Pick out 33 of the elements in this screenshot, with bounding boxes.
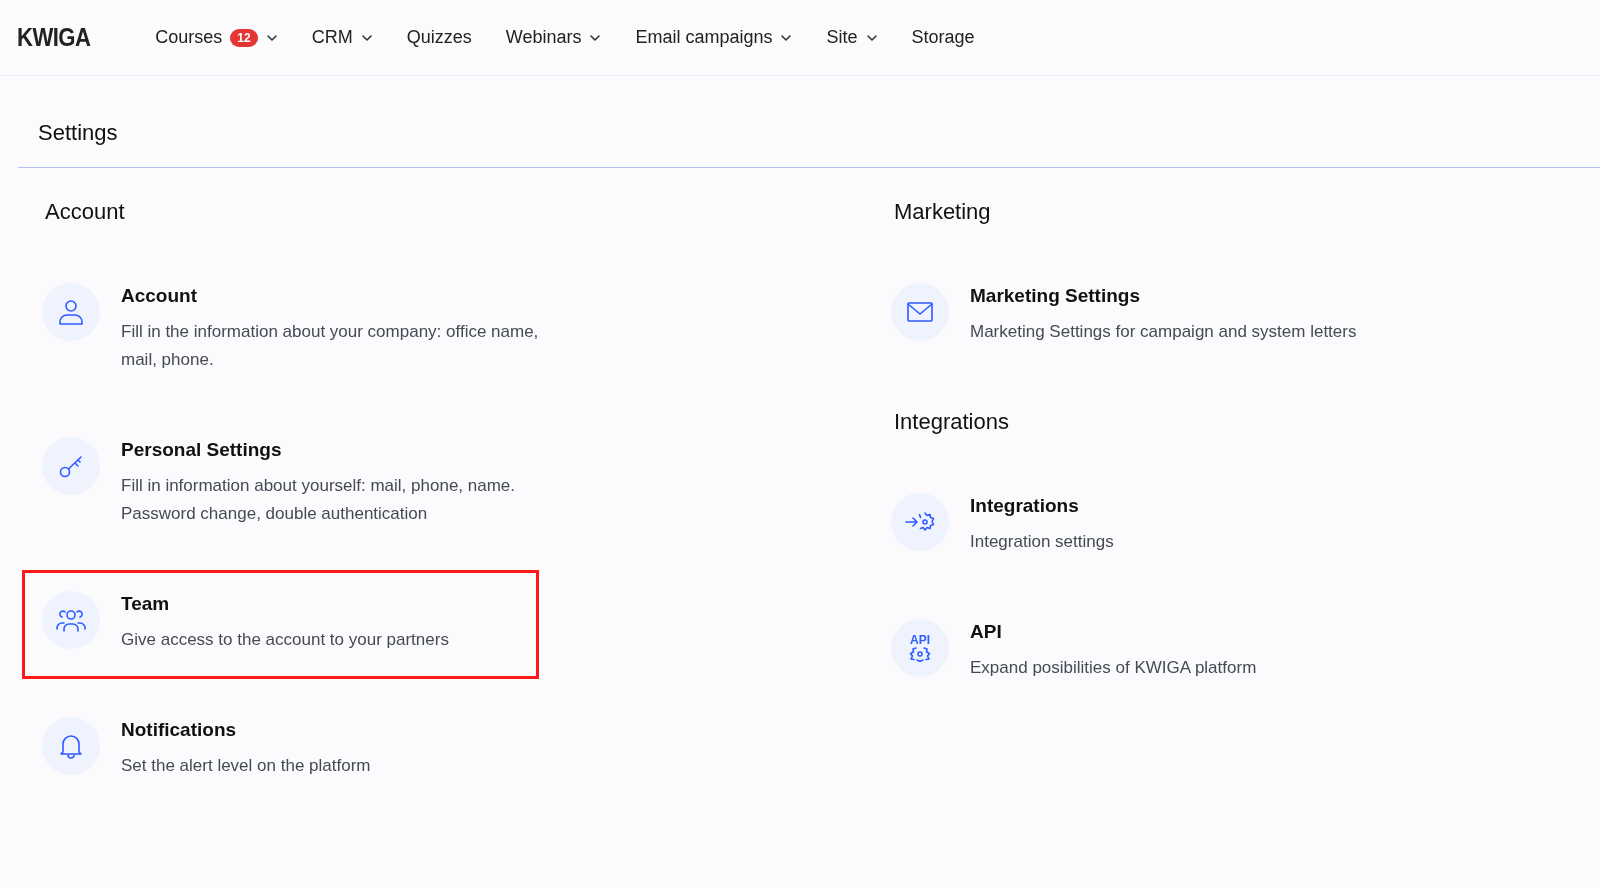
settings-description: Integration settings (970, 531, 1115, 553)
people-icon (55, 607, 87, 633)
envelope-icon (906, 301, 934, 323)
settings-link[interactable]: Account (121, 284, 197, 308)
person-icon (58, 298, 84, 326)
section-heading: Marketing (894, 198, 992, 226)
nav-menu-item[interactable]: Email campaigns (635, 24, 793, 51)
settings-description: Expand posibilities of KWIGA platform (970, 657, 1258, 679)
settings-link[interactable]: Notifications (121, 718, 237, 742)
settings-description: Marketing Settings for campaign and system letters (970, 321, 1358, 343)
settings-description: Fill in the information about your company: office name, mail, phone. (121, 321, 540, 371)
kwiga-logo[interactable]: KWIGA (17, 18, 91, 57)
section-heading: Account (45, 198, 126, 226)
page-title: Settings (38, 119, 119, 147)
gear-arrow-icon (905, 510, 935, 534)
nav-menu-item[interactable]: CRM (311, 24, 373, 51)
settings-link[interactable]: Integrations (970, 494, 1079, 518)
settings-link[interactable]: Team (121, 592, 170, 616)
nav-menu-item[interactable]: Storage (911, 24, 975, 51)
nav-menu-item[interactable]: Webinars (505, 24, 602, 51)
settings-description: Fill in information about yourself: mail, phone, name. Password change, double authentication (121, 475, 517, 525)
nav-menu-item[interactable]: Courses 12 (155, 24, 278, 51)
settings-description: Set the alert level on the platform (121, 755, 372, 777)
key-icon (58, 453, 84, 479)
nav-menu-item[interactable]: Quizzes (406, 24, 472, 51)
settings-link[interactable]: Marketing Settings (970, 284, 1140, 308)
settings-link[interactable]: API (970, 620, 1002, 644)
section-heading: Integrations (894, 408, 1010, 436)
nav-menu-item[interactable]: Site (826, 24, 878, 51)
count-badge: 12 (230, 28, 258, 47)
settings-description: Give access to the account to your partners (121, 629, 450, 651)
settings-link[interactable]: Personal Settings (121, 438, 282, 462)
bell-icon (59, 732, 83, 760)
